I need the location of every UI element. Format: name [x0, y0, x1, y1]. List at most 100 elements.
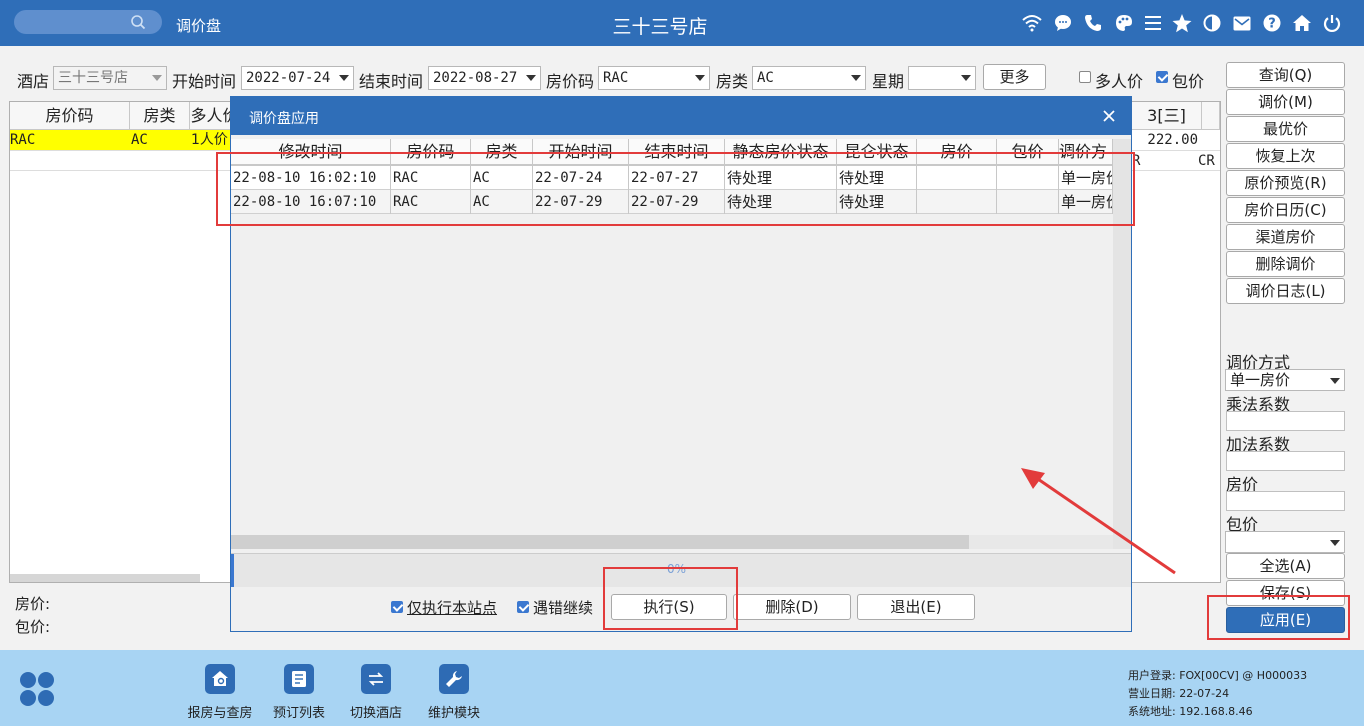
grid-header-ratecode: 房价码: [10, 102, 130, 130]
phone-icon[interactable]: [1082, 12, 1104, 34]
weekday-select[interactable]: [908, 66, 976, 90]
document-list-icon: [284, 664, 314, 694]
grid-header-next: [1202, 102, 1220, 130]
dock-item-switch-hotel[interactable]: 切换酒店: [336, 662, 416, 722]
more-button[interactable]: 更多: [983, 64, 1046, 90]
multi-price-label: 多人价: [1095, 72, 1144, 91]
start-date-picker[interactable]: 2022-07-24: [241, 66, 354, 90]
top-bar: 调价盘 三十三号店 ?: [0, 0, 1364, 46]
room-price-label: 房价:: [15, 595, 51, 613]
grid-cell-roomtype: AC: [131, 132, 148, 148]
ratecode-label: 房价码: [546, 72, 595, 91]
select-all-button[interactable]: 全选(A): [1226, 553, 1345, 579]
adjustment-log-button[interactable]: 调价日志(L): [1226, 278, 1345, 304]
home-icon[interactable]: [1291, 12, 1313, 34]
package-price-summary-label: 包价:: [15, 618, 51, 636]
power-icon[interactable]: [1321, 12, 1343, 34]
restore-last-button[interactable]: 恢复上次: [1226, 143, 1345, 169]
chevron-down-icon: [851, 75, 861, 81]
house-search-icon: [205, 664, 235, 694]
ratecode-select[interactable]: RAC: [598, 66, 710, 90]
hotel-select-value: 三十三号店: [58, 70, 128, 86]
progress-fill: [231, 554, 234, 587]
user-login-info: 用户登录: FOX[00CV] @ H000033: [1128, 669, 1308, 682]
method-select[interactable]: 单一房价: [1225, 369, 1345, 391]
chevron-down-icon: [1330, 378, 1340, 384]
chevron-down-icon: [1330, 540, 1340, 546]
chevron-down-icon: [961, 75, 971, 81]
method-value: 单一房价: [1230, 371, 1291, 389]
switch-icon: [361, 664, 391, 694]
package-price-label: 包价: [1172, 72, 1205, 91]
channel-rate-button[interactable]: 渠道房价: [1226, 224, 1345, 250]
hotel-select[interactable]: 三十三号店: [53, 66, 167, 90]
menu-icon[interactable]: [1142, 12, 1164, 34]
roomtype-label: 房类: [716, 72, 749, 91]
start-date-value: 2022-07-24: [246, 70, 331, 86]
end-date-value: 2022-08-27: [433, 70, 518, 86]
package-select[interactable]: [1225, 531, 1345, 553]
adder-input[interactable]: [1226, 451, 1345, 471]
annotation-box-apply: [1207, 595, 1350, 640]
business-date-info: 营业日期: 22-07-24: [1128, 687, 1230, 700]
local-only-checkbox[interactable]: [391, 601, 403, 613]
continue-on-error-label: 遇错继续: [533, 599, 594, 617]
dock-item-maintenance[interactable]: 维护模块: [414, 662, 494, 722]
weekday-label: 星期: [872, 72, 905, 91]
horizontal-scrollbar-thumb[interactable]: [231, 535, 969, 549]
app-logo-icon[interactable]: [18, 670, 56, 708]
local-only-label: 仅执行本站点: [407, 599, 498, 617]
close-icon[interactable]: [1099, 106, 1119, 126]
price-input[interactable]: [1226, 491, 1345, 511]
svg-text:?: ?: [1268, 17, 1276, 32]
rate-calendar-button[interactable]: 房价日历(C): [1226, 197, 1345, 223]
ratecode-value: RAC: [603, 70, 629, 86]
palette-icon[interactable]: [1113, 12, 1135, 34]
grid-header-day: 3[三]: [1132, 102, 1202, 130]
bottom-bar: 报房与查房 预订列表 切换酒店 维护模块 用户登录: FOX[00CV] @ H…: [0, 650, 1364, 726]
hotel-label: 酒店: [17, 72, 50, 91]
multiplier-input[interactable]: [1226, 411, 1345, 431]
chevron-down-icon: [526, 75, 536, 81]
grid-cell-cr: CR: [1198, 153, 1215, 169]
end-date-picker[interactable]: 2022-08-27: [428, 66, 541, 90]
query-button[interactable]: 查询(Q): [1226, 62, 1345, 88]
chat-icon[interactable]: [1052, 12, 1074, 34]
best-price-button[interactable]: 最优价: [1226, 116, 1345, 142]
grid-cell-multi: 1人价: [191, 132, 228, 148]
package-price-checkbox[interactable]: [1156, 71, 1168, 83]
dock-label: 预订列表: [272, 706, 325, 721]
dialog-title: 调价盘应用: [249, 111, 319, 127]
grid-cell-price: 222.00: [1147, 132, 1198, 148]
delete-adjustment-button[interactable]: 删除调价: [1226, 251, 1345, 277]
wrench-icon: [439, 664, 469, 694]
roomtype-value: AC: [757, 70, 774, 86]
mail-icon[interactable]: [1231, 12, 1253, 34]
grid-header-roomtype: 房类: [130, 102, 190, 130]
chevron-down-icon: [339, 75, 349, 81]
start-date-label: 开始时间: [172, 72, 237, 91]
dock-label: 报房与查房: [187, 706, 253, 721]
multi-price-checkbox[interactable]: [1079, 71, 1091, 83]
dialog-header: 调价盘应用: [231, 97, 1131, 135]
roomtype-select[interactable]: AC: [752, 66, 866, 90]
store-title: 三十三号店: [612, 16, 708, 38]
delete-button[interactable]: 删除(D): [733, 594, 851, 620]
help-icon[interactable]: ?: [1261, 12, 1283, 34]
chevron-down-icon: [695, 75, 705, 81]
grid-scrollbar[interactable]: [10, 574, 200, 582]
exit-button[interactable]: 退出(E): [857, 594, 975, 620]
annotation-box-rows: [216, 152, 1135, 226]
search-icon[interactable]: [130, 14, 146, 30]
adjust-price-button[interactable]: 调价(M): [1226, 89, 1345, 115]
continue-on-error-checkbox[interactable]: [517, 601, 529, 613]
dock-item-rooms[interactable]: 报房与查房: [180, 662, 260, 722]
theme-icon[interactable]: [1201, 12, 1223, 34]
wifi-icon[interactable]: [1021, 12, 1043, 34]
end-date-label: 结束时间: [359, 72, 424, 91]
dock-label: 切换酒店: [349, 706, 402, 721]
annotation-box-execute: [603, 567, 738, 630]
dock-item-bookings[interactable]: 预订列表: [259, 662, 339, 722]
original-preview-button[interactable]: 原价预览(R): [1226, 170, 1345, 196]
star-icon[interactable]: [1171, 12, 1193, 34]
